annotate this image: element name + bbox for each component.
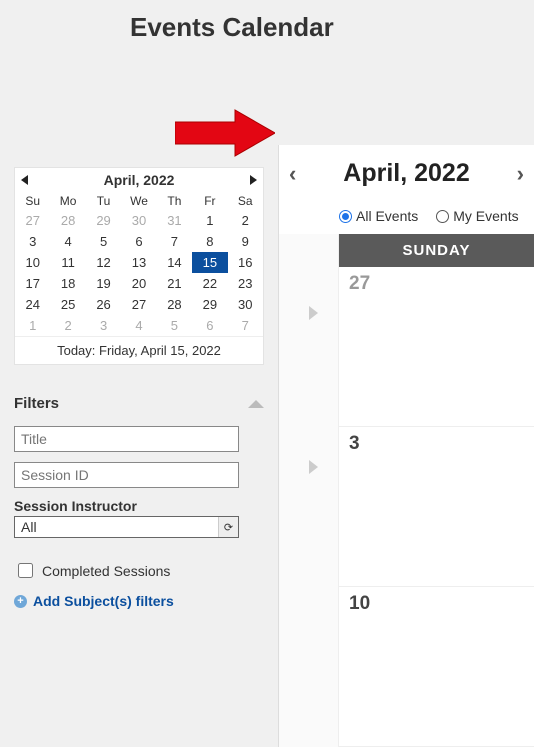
mini-cal-dow: Sa [228,192,263,210]
mini-cal-title: April, 2022 [28,172,250,188]
mini-cal-next-icon[interactable] [250,175,257,185]
mini-cal-today[interactable]: Today: Friday, April 15, 2022 [15,336,263,364]
instruction-arrow [175,108,275,158]
instructor-value: All [15,517,218,537]
all-events-radio[interactable]: All Events [339,208,418,224]
mini-cal-day[interactable]: 25 [50,294,85,315]
mini-cal-day[interactable]: 13 [121,252,156,273]
mini-cal-day[interactable]: 1 [15,315,50,336]
mini-cal-day[interactable]: 31 [157,210,192,231]
mini-cal-day[interactable]: 7 [157,231,192,252]
mini-cal-day[interactable]: 20 [121,273,156,294]
filters-panel: Filters Session Instructor All ⟳ Complet… [14,391,264,609]
mini-cal-day[interactable]: 29 [86,210,121,231]
mini-cal-day[interactable]: 6 [121,231,156,252]
mini-cal-day[interactable]: 30 [121,210,156,231]
mini-cal-day[interactable]: 3 [86,315,121,336]
mini-cal-day[interactable]: 3 [15,231,50,252]
big-cal-prev-icon[interactable]: ‹ [289,161,296,187]
mini-cal-dow: Th [157,192,192,210]
completed-sessions-row[interactable]: Completed Sessions [14,560,264,581]
mini-cal-day[interactable]: 4 [121,315,156,336]
mini-cal-dow: Tu [86,192,121,210]
mini-cal-day[interactable]: 28 [50,210,85,231]
mini-cal-prev-icon[interactable] [21,175,28,185]
completed-sessions-label: Completed Sessions [42,563,170,579]
mini-calendar: April, 2022 SuMoTuWeThFrSa 2728293031123… [14,167,264,365]
mini-cal-day[interactable]: 2 [50,315,85,336]
mini-cal-day[interactable]: 27 [15,210,50,231]
mini-cal-day[interactable]: 26 [86,294,121,315]
mini-cal-day[interactable]: 22 [192,273,227,294]
mini-cal-day[interactable]: 16 [228,252,263,273]
big-cal-title: April, 2022 [343,159,469,188]
title-input[interactable] [14,426,239,452]
mini-cal-day[interactable]: 28 [157,294,192,315]
mini-cal-day[interactable]: 8 [192,231,227,252]
mini-cal-day[interactable]: 17 [15,273,50,294]
mini-cal-dow: Mo [50,192,85,210]
big-cal-cell[interactable]: 10 [339,587,534,747]
radio-on-icon [339,210,352,223]
mini-cal-dow: Su [15,192,50,210]
mini-cal-day[interactable]: 2 [228,210,263,231]
mini-cal-day[interactable]: 5 [86,231,121,252]
mini-cal-day[interactable]: 21 [157,273,192,294]
mini-cal-day[interactable]: 27 [121,294,156,315]
collapse-icon[interactable] [248,400,264,408]
session-id-input[interactable] [14,462,239,488]
add-subject-filters-link[interactable]: + Add Subject(s) filters [14,593,264,609]
mini-cal-day[interactable]: 9 [228,231,263,252]
mini-cal-dow: We [121,192,156,210]
all-events-label: All Events [356,208,418,224]
column-header-sunday: SUNDAY [339,234,534,267]
mini-cal-day[interactable]: 11 [50,252,85,273]
expand-row-icon[interactable] [309,460,318,474]
mini-cal-day[interactable]: 1 [192,210,227,231]
completed-sessions-checkbox[interactable] [18,563,33,578]
mini-cal-day[interactable]: 10 [15,252,50,273]
mini-cal-day[interactable]: 6 [192,315,227,336]
page-title: Events Calendar [0,0,534,47]
my-events-radio[interactable]: My Events [436,208,518,224]
big-cal-next-icon[interactable]: › [517,161,524,187]
my-events-label: My Events [453,208,518,224]
radio-off-icon [436,210,449,223]
plus-icon: + [14,595,27,608]
mini-cal-day[interactable]: 23 [228,273,263,294]
mini-cal-day[interactable]: 30 [228,294,263,315]
mini-cal-day[interactable]: 7 [228,315,263,336]
filters-header: Filters [14,395,59,412]
mini-cal-day[interactable]: 12 [86,252,121,273]
mini-cal-day[interactable]: 14 [157,252,192,273]
mini-cal-day[interactable]: 29 [192,294,227,315]
mini-cal-dow: Fr [192,192,227,210]
expand-row-icon[interactable] [309,306,318,320]
instructor-label: Session Instructor [14,498,264,514]
mini-cal-day[interactable]: 15 [192,252,227,273]
big-cal-cell[interactable]: 27 [339,267,534,427]
mini-cal-day[interactable]: 5 [157,315,192,336]
mini-cal-day[interactable]: 19 [86,273,121,294]
mini-cal-day[interactable]: 4 [50,231,85,252]
mini-cal-day[interactable]: 24 [15,294,50,315]
instructor-select[interactable]: All ⟳ [14,516,239,538]
big-cal-side-strip [279,234,339,747]
big-cal-cell[interactable]: 3 [339,427,534,587]
add-subject-filters-label: Add Subject(s) filters [33,593,174,609]
mini-cal-day[interactable]: 18 [50,273,85,294]
lookup-icon[interactable]: ⟳ [218,517,238,537]
